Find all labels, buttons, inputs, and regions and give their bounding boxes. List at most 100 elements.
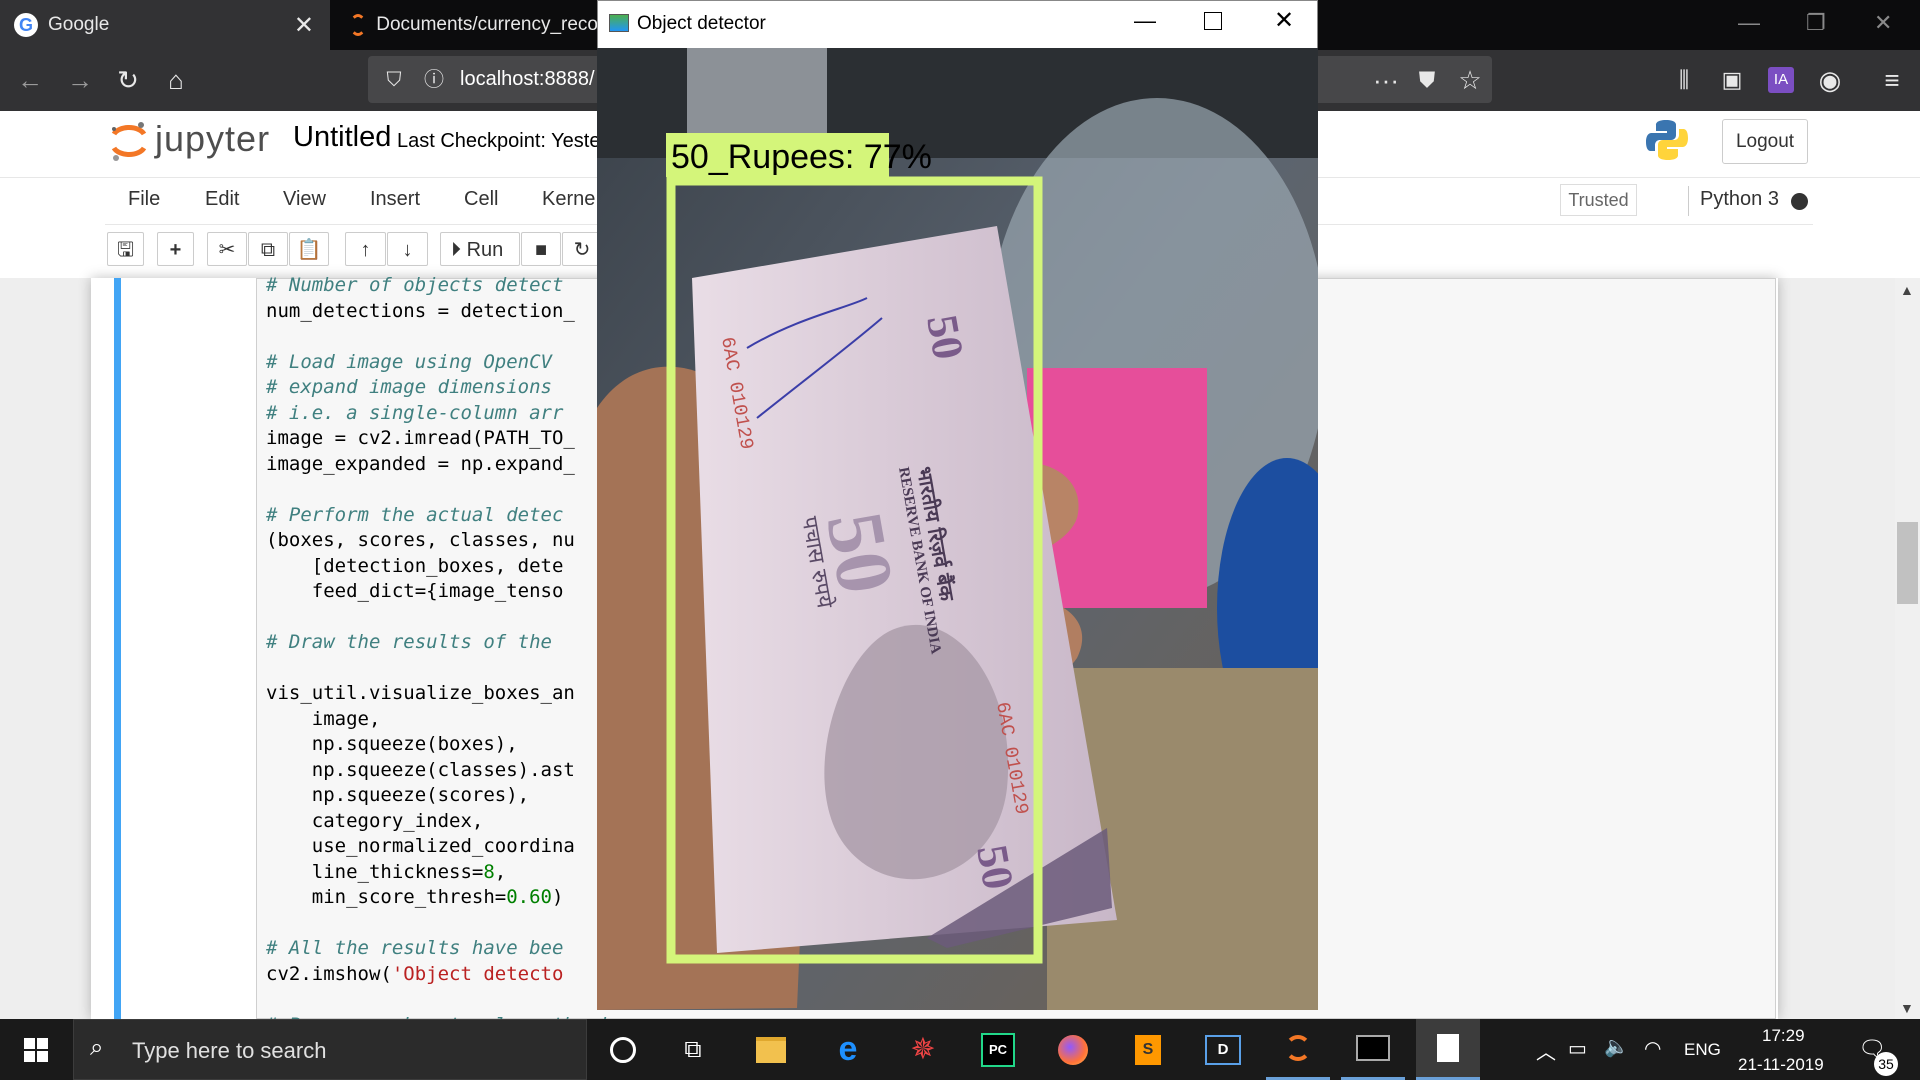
url-text[interactable]: localhost:8888/ bbox=[460, 68, 595, 91]
window-close-icon[interactable]: ✕ bbox=[1274, 6, 1294, 35]
restart-button[interactable]: ↻ bbox=[562, 232, 602, 266]
code-line[interactable]: min_score_thresh=0.60) bbox=[266, 886, 564, 908]
account-icon[interactable]: ◉ bbox=[1812, 62, 1848, 98]
back-icon[interactable]: ← bbox=[12, 62, 48, 98]
battery-icon[interactable]: ▭ bbox=[1568, 1036, 1587, 1061]
code-line[interactable]: image = cv2.imread(PATH_TO_ bbox=[266, 427, 575, 449]
bookmark-star-icon[interactable]: ☆ bbox=[1452, 62, 1488, 98]
notepad-button[interactable] bbox=[1416, 1019, 1480, 1080]
more-actions-icon[interactable]: ··· bbox=[1368, 62, 1404, 98]
search-placeholder[interactable]: Type here to search bbox=[132, 1038, 326, 1064]
tab-google[interactable]: G Google ✕ bbox=[0, 0, 330, 50]
home-icon[interactable]: ⌂ bbox=[158, 62, 194, 98]
code-line[interactable]: image, bbox=[266, 708, 381, 730]
notification-count: 35 bbox=[1874, 1052, 1898, 1076]
menu-file[interactable]: File bbox=[128, 188, 160, 211]
close-tab-icon[interactable]: ✕ bbox=[294, 11, 314, 40]
logout-button[interactable]: Logout bbox=[1722, 119, 1808, 164]
code-line[interactable]: [detection_boxes, dete bbox=[266, 555, 564, 577]
jupyter-logo-icon[interactable] bbox=[108, 120, 150, 162]
move-up-button[interactable]: ↑ bbox=[345, 232, 386, 266]
sublime-text-button[interactable]: S bbox=[1116, 1019, 1180, 1080]
cortana-button[interactable] bbox=[591, 1019, 655, 1080]
page-scrollbar[interactable] bbox=[1895, 278, 1920, 1019]
shield-icon[interactable]: ⛉ bbox=[376, 62, 412, 98]
menu-icon[interactable]: ≡ bbox=[1874, 62, 1910, 98]
trusted-indicator[interactable]: Trusted bbox=[1560, 184, 1637, 216]
extension-icon[interactable]: IA bbox=[1768, 67, 1794, 93]
app-blue-button[interactable]: D bbox=[1191, 1019, 1255, 1080]
pycharm-button[interactable]: PC bbox=[966, 1019, 1030, 1080]
terminal-button[interactable] bbox=[1341, 1019, 1405, 1080]
notebook-title[interactable]: Untitled bbox=[293, 121, 391, 154]
move-down-button[interactable]: ↓ bbox=[387, 232, 428, 266]
code-line[interactable]: vis_util.visualize_boxes_an bbox=[266, 682, 575, 704]
insert-cell-button[interactable]: + bbox=[157, 232, 194, 266]
code-line[interactable]: cv2.imshow('Object detecto bbox=[266, 963, 563, 985]
menu-divider bbox=[1688, 186, 1689, 216]
code-line[interactable]: # Draw the results of the bbox=[266, 631, 563, 653]
scroll-up-icon[interactable]: ▲ bbox=[1900, 282, 1914, 298]
copy-button[interactable]: ⧉ bbox=[248, 232, 288, 266]
menu-view[interactable]: View bbox=[283, 188, 326, 211]
scrollbar-thumb[interactable] bbox=[1897, 522, 1918, 604]
window-app-icon bbox=[609, 14, 629, 32]
paste-button[interactable]: 📋 bbox=[289, 232, 329, 266]
code-line[interactable]: # expand image dimensions bbox=[266, 376, 563, 398]
restore-icon[interactable]: ❐ bbox=[1806, 10, 1826, 36]
close-icon[interactable]: ✕ bbox=[1874, 10, 1892, 36]
code-line[interactable]: # All the results have bee bbox=[266, 937, 563, 959]
code-line[interactable]: use_normalized_coordina bbox=[266, 835, 575, 857]
run-button[interactable]: ⏵ Run bbox=[440, 232, 520, 266]
file-explorer-button[interactable] bbox=[739, 1019, 803, 1080]
notepad-icon bbox=[1437, 1034, 1459, 1062]
code-line[interactable]: category_index, bbox=[266, 810, 484, 832]
code-line[interactable]: # Number of objects detect bbox=[266, 274, 563, 296]
volume-icon[interactable]: 🔈 bbox=[1604, 1034, 1629, 1059]
edge-button[interactable]: e bbox=[816, 1019, 880, 1080]
start-button[interactable] bbox=[4, 1019, 68, 1080]
code-line[interactable]: # Load image using OpenCV bbox=[266, 351, 563, 373]
code-line[interactable]: np.squeeze(classes).ast bbox=[266, 759, 575, 781]
jupyter-taskbar-button[interactable] bbox=[1266, 1019, 1330, 1080]
code-line[interactable]: feed_dict={image_tenso bbox=[266, 580, 564, 602]
app-red-button[interactable]: ✵ bbox=[891, 1019, 955, 1080]
edge-icon: e bbox=[838, 1030, 858, 1068]
info-icon[interactable]: ⓘ bbox=[416, 62, 452, 98]
code-line[interactable]: num_detections = detection_ bbox=[266, 300, 575, 322]
menu-insert[interactable]: Insert bbox=[370, 188, 420, 211]
kernel-name[interactable]: Python 3 bbox=[1700, 188, 1779, 211]
save-button[interactable]: 🖫 bbox=[107, 232, 144, 266]
wifi-icon[interactable]: ◠ bbox=[1644, 1036, 1661, 1061]
code-line[interactable]: # Perform the actual detec bbox=[266, 504, 563, 526]
code-line[interactable]: (boxes, scores, classes, nu bbox=[266, 529, 575, 551]
reload-icon[interactable]: ↻ bbox=[110, 62, 146, 98]
pocket-icon[interactable]: ⛊ bbox=[1409, 62, 1445, 98]
tab-documents[interactable]: Documents/currency_reco bbox=[338, 0, 598, 50]
interrupt-button[interactable]: ■ bbox=[521, 232, 561, 266]
cut-button[interactable]: ✂ bbox=[207, 232, 247, 266]
code-line[interactable]: # i.e. a single-column arr bbox=[266, 402, 563, 424]
menu-edit[interactable]: Edit bbox=[205, 188, 239, 211]
sidebar-icon[interactable]: ▣ bbox=[1714, 62, 1750, 98]
clock-time[interactable]: 17:29 bbox=[1762, 1026, 1805, 1046]
minimize-icon[interactable]: — bbox=[1738, 10, 1760, 36]
library-icon[interactable]: ⫼ bbox=[1666, 62, 1702, 98]
code-line[interactable]: np.squeeze(boxes), bbox=[266, 733, 518, 755]
window-maximize-icon[interactable] bbox=[1204, 12, 1222, 30]
scroll-down-icon[interactable]: ▼ bbox=[1900, 1000, 1914, 1016]
tray-expand-icon[interactable]: ︿ bbox=[1536, 1036, 1556, 1065]
clock-date[interactable]: 21-11-2019 bbox=[1738, 1055, 1824, 1075]
app-blue-icon: D bbox=[1205, 1034, 1241, 1065]
jupyter-logo-text[interactable]: jupyter bbox=[155, 118, 270, 160]
code-line[interactable]: np.squeeze(scores), bbox=[266, 784, 529, 806]
code-line[interactable]: line_thickness=8, bbox=[266, 861, 507, 883]
forward-icon[interactable]: → bbox=[62, 62, 98, 98]
window-minimize-icon[interactable]: — bbox=[1134, 8, 1156, 34]
language-indicator[interactable]: ENG bbox=[1684, 1040, 1721, 1060]
task-view-button[interactable]: ⧉ bbox=[661, 1019, 725, 1080]
code-line[interactable]: image_expanded = np.expand_ bbox=[266, 453, 575, 475]
menu-cell[interactable]: Cell bbox=[464, 188, 498, 211]
menu-kernel[interactable]: Kerne bbox=[542, 188, 595, 211]
firefox-button[interactable] bbox=[1041, 1019, 1105, 1080]
